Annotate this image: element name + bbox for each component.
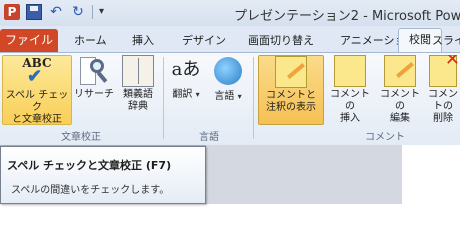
spell-check-label-2: と文章校正 (12, 114, 62, 125)
show-markup-label-2: 注釈の表示 (266, 102, 316, 113)
research-icon (78, 55, 110, 87)
globe-icon (212, 57, 244, 89)
tab-slideshow[interactable]: スライド (432, 32, 460, 48)
thesaurus-label-2: 辞典 (128, 101, 148, 112)
tab-transitions[interactable]: 画面切り替え (248, 32, 314, 48)
qat-separator (92, 5, 93, 19)
edit-comment-icon (384, 55, 416, 87)
tooltip-body: スペルの間違いをチェックします。 (11, 185, 170, 196)
translate-label: 翻訳 ▾ (172, 89, 200, 100)
undo-icon[interactable]: ↶ (48, 4, 64, 20)
tab-design[interactable]: デザイン (182, 32, 226, 48)
edit-comment-button[interactable]: コメントの 編集 (376, 55, 424, 124)
delete-comment-label-2: 削除 (433, 113, 453, 123)
spell-check-label-1: スペル チェック (5, 90, 69, 113)
delete-comment-label-1: コメントの (428, 89, 458, 112)
group-separator (163, 57, 164, 139)
tab-insert[interactable]: 挿入 (132, 32, 154, 48)
insert-comment-button[interactable]: コメントの 挿入 (326, 55, 374, 124)
redo-icon[interactable]: ↻ (70, 4, 86, 20)
language-label: 言語 ▾ (214, 91, 242, 102)
new-comment-icon (334, 55, 366, 87)
quick-access-toolbar: P ↶ ↻ ▾ (4, 4, 104, 20)
group-label-proofing: 文章校正 (61, 132, 101, 143)
insert-comment-label-2: 挿入 (340, 113, 360, 124)
slide-canvas[interactable] (402, 145, 460, 204)
tooltip-title: スペル チェックと文章校正 (F7) (7, 159, 172, 172)
insert-comment-label-1: コメントの (330, 89, 370, 112)
translate-icon: aあ (171, 59, 201, 80)
language-button[interactable]: 言語 ▾ (208, 55, 248, 123)
research-button[interactable]: リサーチ (72, 55, 116, 123)
tooltip: スペル チェックと文章校正 (F7) スペルの間違いをチェックします。 (0, 146, 206, 204)
ribbon-tabs: ファイル ホーム 挿入 デザイン 画面切り替え アニメーション 校閲 スライド (0, 26, 460, 52)
show-markup-button[interactable]: コメントと 注釈の表示 (258, 55, 324, 125)
spell-check-icon: ABC ✔ (22, 56, 52, 87)
group-label-comments: コメント (365, 132, 405, 143)
customize-qat-button[interactable]: ▾ (99, 4, 104, 20)
group-separator (253, 57, 254, 139)
ribbon-panel: ABC ✔ スペル チェック と文章校正 リサーチ 類義語 辞典 文章校正 aあ… (0, 52, 460, 146)
spell-check-button[interactable]: ABC ✔ スペル チェック と文章校正 (2, 55, 72, 125)
thesaurus-icon (122, 55, 154, 87)
show-markup-icon (275, 56, 307, 88)
translate-button[interactable]: aあ 翻訳 ▾ (166, 55, 206, 123)
tab-home[interactable]: ホーム (74, 32, 107, 48)
edit-comment-label-2: 編集 (390, 113, 410, 124)
delete-comment-button[interactable]: ✕ コメントの 削除 (426, 55, 460, 123)
title-bar: P ↶ ↻ ▾ プレゼンテーション2 - Microsoft Power (0, 0, 460, 26)
window-title: プレゼンテーション2 - Microsoft Power (234, 9, 460, 24)
delete-comment-icon: ✕ (429, 55, 460, 87)
research-label: リサーチ (74, 89, 114, 100)
show-markup-label-1: コメントと (266, 90, 316, 101)
app-icon[interactable]: P (4, 4, 20, 20)
group-label-language: 言語 (199, 132, 219, 143)
thesaurus-button[interactable]: 類義語 辞典 (118, 55, 158, 123)
tab-file[interactable]: ファイル (0, 29, 58, 52)
edit-comment-label-1: コメントの (380, 89, 420, 112)
thesaurus-label-1: 類義語 (123, 89, 153, 100)
save-icon[interactable] (26, 4, 42, 20)
